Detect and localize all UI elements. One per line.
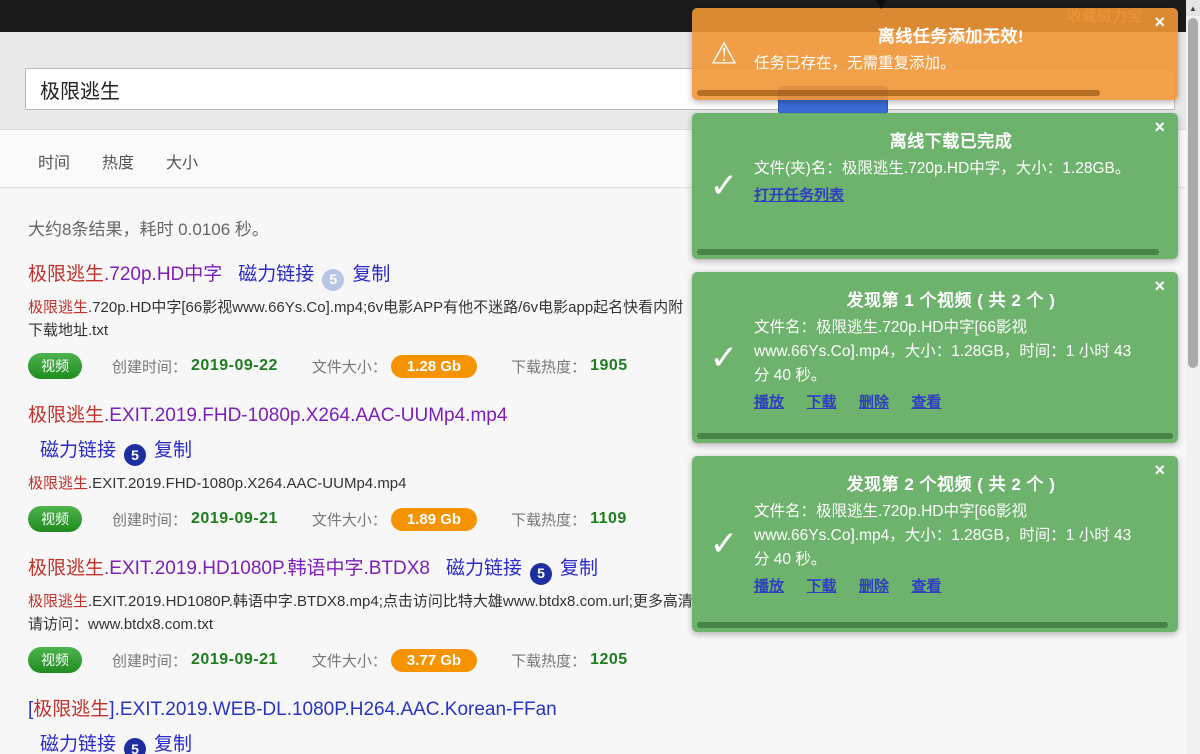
check-icon: ✓ [702, 166, 746, 206]
heat-label: 下载热度： [511, 509, 586, 530]
mouse-cursor [876, 0, 886, 9]
close-icon[interactable]: × [1154, 118, 1165, 136]
result-description: 极限逃生.EXIT.2019.FHD-1080p.X264.AAC-UUMp4.… [28, 472, 696, 495]
play-link[interactable]: 播放 [754, 394, 784, 411]
video-badge: 视频 [28, 506, 82, 532]
video-badge: 视频 [28, 647, 82, 673]
created-label: 创建时间： [112, 509, 187, 530]
result-description: 极限逃生.720p.HD中字[66影视www.66Ys.Co].mp4;6v电影… [28, 296, 696, 343]
magnet-link[interactable]: 磁力链接 [446, 558, 522, 579]
play-link[interactable]: 播放 [754, 578, 784, 595]
toast-body: 文件(夹)名：极限逃生.720p.HD中字，大小：1.28GB。 [754, 157, 1148, 181]
result-title-link[interactable]: 极限逃生 [33, 699, 109, 720]
file-size-badge: 1.89 Gb [391, 508, 477, 531]
close-icon[interactable]: × [1154, 461, 1165, 479]
result-row: 极限逃生.EXIT.2019.FHD-1080p.X264.AAC-UUMp4.… [28, 403, 708, 532]
heat-label: 下载热度： [511, 650, 586, 671]
view-link[interactable]: 查看 [911, 578, 941, 595]
created-label: 创建时间： [112, 356, 187, 377]
magnet-link[interactable]: 磁力链接 [238, 264, 314, 285]
result-title-link[interactable]: .EXIT.2019.FHD-1080p.X264.AAC-UUMp4.mp4 [104, 405, 507, 426]
toast-progress-bar [697, 90, 1100, 96]
scrollbar-thumb[interactable] [1188, 18, 1198, 368]
result-title-link[interactable]: 极限逃生 [28, 405, 104, 426]
size-label: 文件大小： [312, 356, 387, 377]
result-title-link[interactable]: ].EXIT.2019.WEB-DL.1080P.H264.AAC.Korean… [109, 699, 556, 720]
open-task-list-link[interactable]: 打开任务列表 [754, 187, 844, 204]
file-size-badge: 3.77 Gb [391, 649, 477, 672]
heat-value: 1109 [590, 510, 627, 528]
result-row: [极限逃生].EXIT.2019.WEB-DL.1080P.H264.AAC.K… [28, 697, 708, 754]
size-label: 文件大小： [312, 509, 387, 530]
copy-link[interactable]: 复制 [560, 558, 598, 579]
magnet-link[interactable]: 磁力链接 [40, 440, 116, 461]
result-title-link[interactable]: 极限逃生 [28, 558, 104, 579]
warning-icon: ⚠ [702, 37, 746, 72]
tab-sort-size[interactable]: 大小 [166, 149, 198, 173]
toast-offline-download-done: × ✓ 离线下载已完成 文件(夹)名：极限逃生.720p.HD中字，大小：1.2… [692, 113, 1178, 259]
delete-link[interactable]: 删除 [859, 394, 889, 411]
size-label: 文件大小： [312, 650, 387, 671]
circle-5-icon[interactable]: 5 [322, 269, 344, 291]
copy-link[interactable]: 复制 [154, 734, 192, 754]
toast-offline-task-invalid: × ⚠ 离线任务添加无效! 任务已存在，无需重复添加。 [692, 8, 1178, 100]
circle-5-icon[interactable]: 5 [124, 738, 146, 754]
result-row: 极限逃生.EXIT.2019.HD1080P.韩语中字.BTDX8 磁力链接 5 复制… [28, 556, 708, 673]
toast-video-found-2: × ✓ 发现第 2 个视频 ( 共 2 个 ) 文件名：极限逃生.720p.HD… [692, 456, 1178, 632]
toast-progress-bar [697, 433, 1173, 439]
tab-sort-time[interactable]: 时间 [38, 149, 70, 173]
result-title-link[interactable]: .720p.HD中字 [104, 264, 222, 285]
toast-title: 发现第 1 个视频 ( 共 2 个 ) [754, 286, 1148, 311]
video-badge: 视频 [28, 353, 82, 379]
toast-progress-bar [697, 249, 1159, 255]
toast-video-found-1: × ✓ 发现第 1 个视频 ( 共 2 个 ) 文件名：极限逃生.720p.HD… [692, 272, 1178, 443]
delete-link[interactable]: 删除 [859, 578, 889, 595]
copy-link[interactable]: 复制 [352, 264, 390, 285]
result-title-link[interactable]: 极限逃生 [28, 264, 104, 285]
created-label: 创建时间： [112, 650, 187, 671]
circle-5-icon[interactable]: 5 [530, 563, 552, 585]
close-icon[interactable]: × [1154, 277, 1165, 295]
heat-label: 下载热度： [511, 356, 586, 377]
check-icon: ✓ [702, 524, 746, 564]
toast-title: 发现第 2 个视频 ( 共 2 个 ) [754, 470, 1148, 495]
created-date: 2019-09-22 [191, 357, 278, 375]
heat-value: 1905 [590, 357, 628, 375]
result-row: 极限逃生.720p.HD中字磁力链接 5 复制 极限逃生.720p.HD中字[66影… [28, 262, 708, 379]
copy-link[interactable]: 复制 [154, 440, 192, 461]
scroll-up-arrow-icon[interactable]: ▲ [1186, 0, 1200, 16]
result-description: 极限逃生.EXIT.2019.HD1080P.韩语中字.BTDX8.mp4;点击… [28, 590, 696, 637]
check-icon: ✓ [702, 338, 746, 378]
toast-stack: × ⚠ 离线任务添加无效! 任务已存在，无需重复添加。 × ✓ 离线下载已完成 … [692, 8, 1178, 645]
result-title-link[interactable]: .EXIT.2019.HD1080P.韩语中字.BTDX8 [104, 558, 430, 579]
heat-value: 1205 [590, 651, 628, 669]
file-size-badge: 1.28 Gb [391, 355, 477, 378]
download-link[interactable]: 下载 [806, 394, 836, 411]
toast-progress-bar [697, 622, 1168, 628]
close-icon[interactable]: × [1154, 13, 1165, 31]
toast-body: 文件名：极限逃生.720p.HD中字[66影视www.66Ys.Co].mp4，… [754, 500, 1148, 572]
vertical-scrollbar[interactable]: ▲ [1186, 0, 1200, 754]
created-date: 2019-09-21 [191, 651, 278, 669]
circle-5-icon[interactable]: 5 [124, 444, 146, 466]
toast-body: 文件名：极限逃生.720p.HD中字[66影视www.66Ys.Co].mp4，… [754, 316, 1148, 388]
magnet-link[interactable]: 磁力链接 [40, 734, 116, 754]
download-link[interactable]: 下载 [806, 578, 836, 595]
created-date: 2019-09-21 [191, 510, 278, 528]
toast-body: 任务已存在，无需重复添加。 [754, 52, 1148, 76]
tab-sort-heat[interactable]: 热度 [102, 149, 134, 173]
toast-title: 离线任务添加无效! [754, 22, 1148, 47]
view-link[interactable]: 查看 [911, 394, 941, 411]
toast-title: 离线下载已完成 [754, 127, 1148, 152]
